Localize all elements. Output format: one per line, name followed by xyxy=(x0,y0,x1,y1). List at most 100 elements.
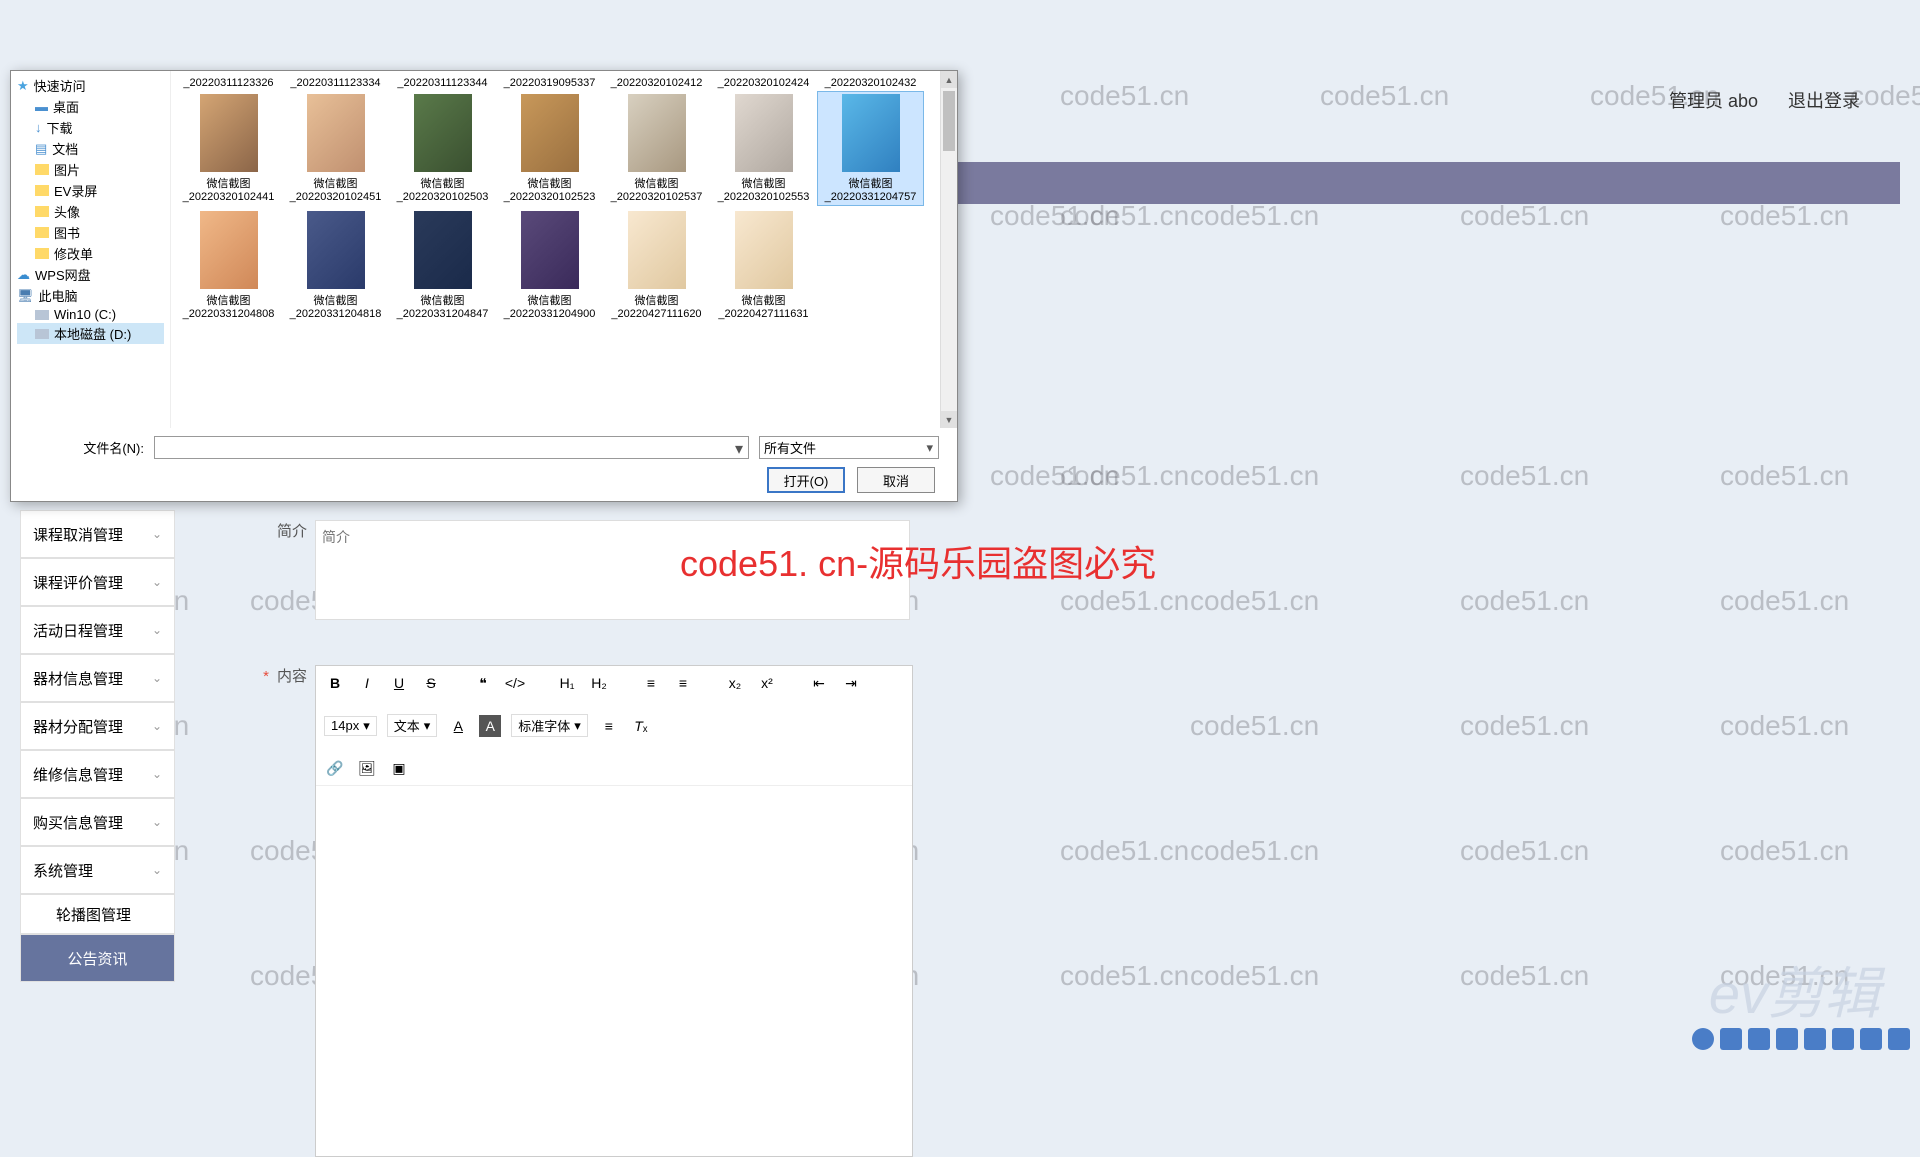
tray-icon[interactable] xyxy=(1888,1028,1910,1050)
file-item[interactable]: 微信截图_20220331204757 xyxy=(817,91,924,206)
filename-input[interactable]: ▾ xyxy=(154,436,749,459)
sup-button[interactable]: x² xyxy=(756,672,778,694)
underline-button[interactable]: U xyxy=(388,672,410,694)
chevron-down-icon: ⌄ xyxy=(152,815,162,829)
thumbnail-icon xyxy=(735,211,793,289)
tray-icon[interactable] xyxy=(1804,1028,1826,1050)
sidebar-item-announcement[interactable]: 公告资讯 xyxy=(20,934,175,982)
bold-button[interactable]: B xyxy=(324,672,346,694)
thumbnail-icon xyxy=(414,94,472,172)
file-item[interactable]: _20220320102432 xyxy=(817,75,924,91)
chevron-down-icon: ⌄ xyxy=(152,527,162,541)
file-item[interactable]: 微信截图_20220427111631 xyxy=(710,208,817,323)
chevron-down-icon: ⌄ xyxy=(152,671,162,685)
file-item[interactable]: _20220320102412 xyxy=(603,75,710,91)
tray-icon[interactable] xyxy=(1860,1028,1882,1050)
sidebar-item-schedule[interactable]: 活动日程管理⌄ xyxy=(20,606,175,654)
italic-button[interactable]: I xyxy=(356,672,378,694)
scroll-thumb[interactable] xyxy=(943,91,955,151)
texttype-select[interactable]: 文本 ▾ xyxy=(387,714,438,737)
tree-avatar[interactable]: 头像 xyxy=(17,201,164,222)
file-item[interactable]: 微信截图_20220331204900 xyxy=(496,208,603,323)
video-button[interactable]: ▣ xyxy=(388,757,410,779)
file-item[interactable]: 微信截图_20220320102503 xyxy=(389,91,496,206)
sidebar-item-course-cancel[interactable]: 课程取消管理⌄ xyxy=(20,510,175,558)
sidebar-sub-carousel[interactable]: 轮播图管理 xyxy=(20,894,175,934)
file-item[interactable]: 微信截图_20220320102441 xyxy=(175,91,282,206)
logout-link[interactable]: 退出登录 xyxy=(1788,87,1860,113)
open-button[interactable]: 打开(O) xyxy=(767,467,845,493)
outdent-button[interactable]: ⇥ xyxy=(840,672,862,694)
file-item[interactable]: 微信截图_20220320102537 xyxy=(603,91,710,206)
cancel-button[interactable]: 取消 xyxy=(857,467,935,493)
link-button[interactable]: 🔗 xyxy=(324,757,346,779)
image-button[interactable]: 🖼 xyxy=(356,757,378,779)
strike-button[interactable]: S xyxy=(420,672,442,694)
indent-button[interactable]: ⇤ xyxy=(808,672,830,694)
file-item[interactable]: 微信截图_20220320102523 xyxy=(496,91,603,206)
ol-button[interactable]: ≡ xyxy=(640,672,662,694)
file-item[interactable]: _20220311123326 xyxy=(175,75,282,91)
chevron-down-icon: ⌄ xyxy=(152,719,162,733)
align-button[interactable]: ≡ xyxy=(598,715,620,737)
sidebar-item-system[interactable]: 系统管理⌄ xyxy=(20,846,175,894)
tree-books[interactable]: 图书 xyxy=(17,222,164,243)
content-label: *内容 xyxy=(245,665,315,686)
file-item[interactable]: 微信截图_20220331204808 xyxy=(175,208,282,323)
fontsize-select[interactable]: 14px ▾ xyxy=(324,716,377,736)
bgcolor-button[interactable]: A xyxy=(479,715,501,737)
tray-icon[interactable] xyxy=(1748,1028,1770,1050)
tree-documents[interactable]: ▤文档 xyxy=(17,138,164,159)
cloud-icon: ☁ xyxy=(17,267,30,283)
sidebar-item-repair[interactable]: 维修信息管理⌄ xyxy=(20,750,175,798)
file-item[interactable]: _20220320102424 xyxy=(710,75,817,91)
tray-icon[interactable] xyxy=(1692,1028,1714,1050)
folder-icon xyxy=(35,164,49,175)
tray-icon[interactable] xyxy=(1720,1028,1742,1050)
file-item[interactable]: 微信截图_20220320102553 xyxy=(710,91,817,206)
star-icon: ★ xyxy=(17,78,29,94)
tray-icon[interactable] xyxy=(1832,1028,1854,1050)
editor-body[interactable] xyxy=(316,786,912,1156)
code-button[interactable]: </> xyxy=(504,672,526,694)
admin-label[interactable]: 管理员 abo xyxy=(1669,87,1758,113)
tree-pictures[interactable]: 图片 xyxy=(17,159,164,180)
color-button[interactable]: A xyxy=(447,715,469,737)
scroll-down-icon[interactable]: ▼ xyxy=(941,411,957,428)
sidebar-item-purchase[interactable]: 购买信息管理⌄ xyxy=(20,798,175,846)
sub-button[interactable]: x₂ xyxy=(724,672,746,694)
file-list[interactable]: _20220311123326_20220311123334_202203111… xyxy=(171,71,940,428)
editor-toolbar: B I U S ❝ </> H₁ H₂ ≡ ≡ x₂ x² ⇤ ⇥ 14px ▾… xyxy=(316,666,912,786)
tree-c-drive[interactable]: Win10 (C:) xyxy=(17,306,164,323)
tree-desktop[interactable]: ▬桌面 xyxy=(17,96,164,117)
file-item[interactable]: 微信截图_20220427111620 xyxy=(603,208,710,323)
tree-downloads[interactable]: ↓下载 xyxy=(17,117,164,138)
font-select[interactable]: 标准字体 ▾ xyxy=(511,714,588,737)
h2-button[interactable]: H₂ xyxy=(588,672,610,694)
file-item[interactable]: 微信截图_20220320102451 xyxy=(282,91,389,206)
file-item[interactable]: 微信截图_20220331204847 xyxy=(389,208,496,323)
scroll-up-icon[interactable]: ▲ xyxy=(941,71,957,88)
tree-modify[interactable]: 修改单 xyxy=(17,243,164,264)
clear-button[interactable]: Tₓ xyxy=(630,715,652,737)
tree-quick-access[interactable]: ★快速访问 xyxy=(17,75,164,96)
tray-icon[interactable] xyxy=(1776,1028,1798,1050)
tree-wps[interactable]: ☁WPS网盘 xyxy=(17,264,164,285)
file-item[interactable]: 微信截图_20220331204818 xyxy=(282,208,389,323)
ul-button[interactable]: ≡ xyxy=(672,672,694,694)
filetype-select[interactable]: 所有文件 xyxy=(759,436,939,459)
file-item[interactable]: _20220319095337 xyxy=(496,75,603,91)
scrollbar[interactable]: ▲ ▼ xyxy=(940,71,957,428)
tree-d-drive[interactable]: 本地磁盘 (D:) xyxy=(17,323,164,344)
file-item[interactable]: _20220311123334 xyxy=(282,75,389,91)
quote-button[interactable]: ❝ xyxy=(472,672,494,694)
sidebar-item-equipment-info[interactable]: 器材信息管理⌄ xyxy=(20,654,175,702)
tree-ev[interactable]: EV录屏 xyxy=(17,180,164,201)
download-icon: ↓ xyxy=(35,120,42,135)
file-item[interactable]: _20220311123344 xyxy=(389,75,496,91)
sidebar-item-equipment-assign[interactable]: 器材分配管理⌄ xyxy=(20,702,175,750)
tree-thispc[interactable]: 🖥此电脑 xyxy=(17,285,164,306)
thumbnail-icon xyxy=(842,94,900,172)
sidebar-item-course-review[interactable]: 课程评价管理⌄ xyxy=(20,558,175,606)
h1-button[interactable]: H₁ xyxy=(556,672,578,694)
